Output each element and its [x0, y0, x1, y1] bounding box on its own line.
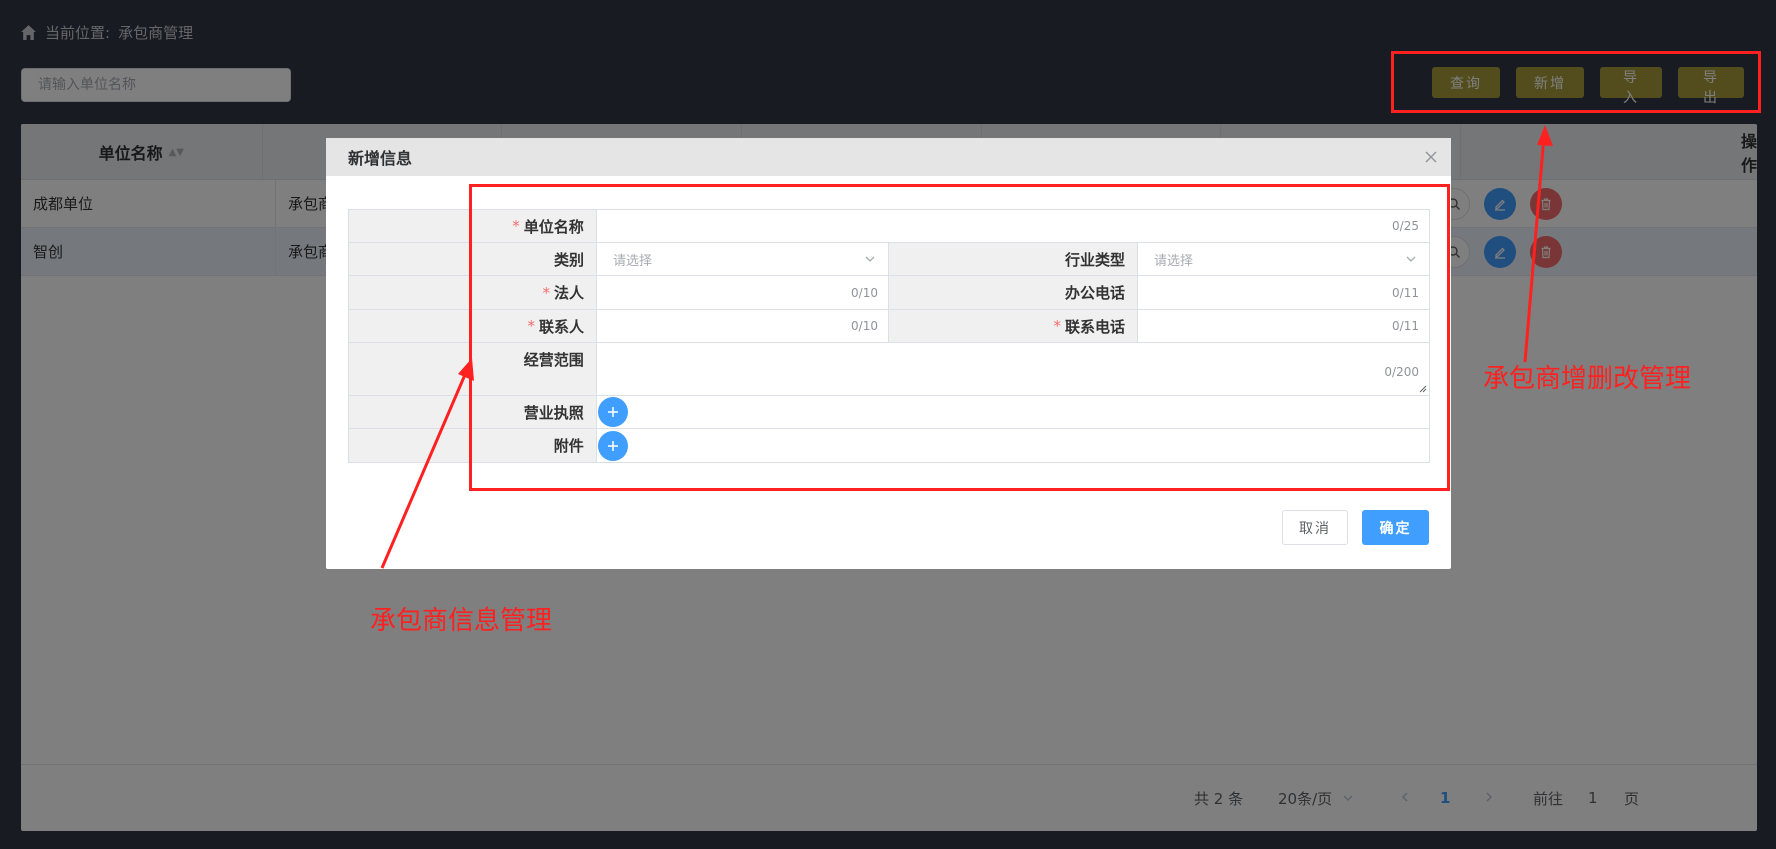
cancel-button[interactable]: 取消: [1282, 510, 1348, 545]
annotation-box-toolbar: [1391, 51, 1761, 113]
dialog-title: 新增信息: [348, 149, 413, 168]
dialog-footer: 取消 确定: [1282, 510, 1429, 545]
annotation-label-info: 承包商信息管理: [370, 606, 553, 636]
annotation-box-form: [469, 184, 1450, 491]
close-icon[interactable]: [1423, 149, 1439, 165]
annotation-label-crud: 承包商增删改管理: [1483, 364, 1692, 394]
confirm-button[interactable]: 确定: [1362, 510, 1429, 545]
dialog-header: 新增信息: [326, 138, 1451, 176]
